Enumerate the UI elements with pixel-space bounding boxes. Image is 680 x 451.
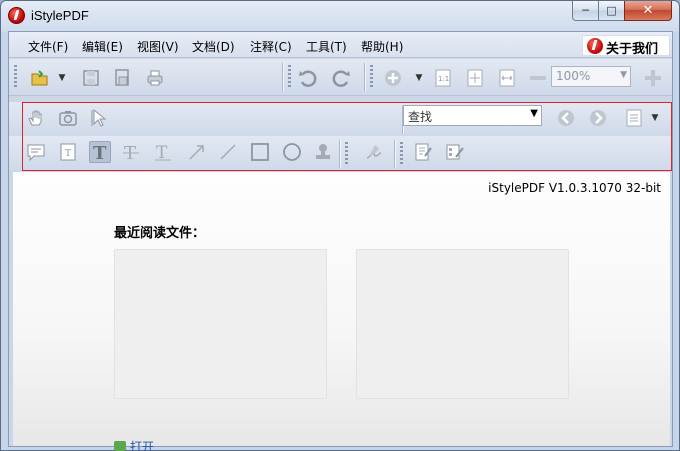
zoom-level-value: 100% (556, 69, 591, 83)
zoom-level-combo[interactable]: 100% ▼ (551, 66, 631, 87)
brand-logo-icon (587, 38, 603, 54)
close-button[interactable]: ✕ (624, 1, 672, 21)
menu-bar: 文件(F) 编辑(E) 视图(V) 文档(D) 注释(C) 工具(T) 帮助(H… (9, 32, 672, 58)
open-dropdown-icon[interactable]: ▼ (56, 67, 68, 89)
menu-help[interactable]: 帮助(H) (361, 38, 403, 55)
toolbar-grip[interactable] (370, 65, 373, 89)
open-folder-icon[interactable] (29, 67, 51, 89)
main-toolbar: ▼ ▼ 1:1 100% ▼ (9, 59, 672, 96)
print-icon[interactable] (144, 67, 166, 89)
menu-view[interactable]: 视图(V) (137, 38, 179, 55)
maximize-button[interactable]: □ (598, 1, 625, 21)
toolbar-grip[interactable] (14, 65, 17, 89)
recent-files-heading: 最近阅读文件： (114, 226, 206, 241)
version-label: iStylePDF V1.0.3.1070 32-bit (488, 181, 661, 195)
zoom-out-icon[interactable] (527, 67, 549, 89)
menu-edit[interactable]: 编辑(E) (82, 38, 123, 55)
app-window: iStylePDF ─ □ ✕ 文件(F) 编辑(E) 视图(V) 文档(D) … (0, 0, 680, 451)
recent-file-card[interactable] (114, 249, 327, 399)
add-icon[interactable] (382, 67, 404, 89)
toolbar-separator (364, 63, 366, 91)
menu-file[interactable]: 文件(F) (28, 38, 68, 55)
actual-size-icon[interactable]: 1:1 (432, 67, 454, 89)
redo-icon[interactable] (330, 67, 352, 89)
recent-file-card[interactable] (356, 249, 569, 399)
app-logo-icon (8, 7, 25, 24)
fit-page-icon[interactable] (464, 67, 486, 89)
add-dropdown-icon[interactable]: ▼ (413, 67, 425, 89)
toolbar-grip[interactable] (288, 65, 291, 89)
start-page: iStylePDF V1.0.3.1070 32-bit 最近阅读文件： 打开 (13, 172, 670, 451)
menu-tools[interactable]: 工具(T) (306, 38, 347, 55)
open-file-link[interactable]: 打开 (114, 438, 154, 451)
open-folder-icon (114, 441, 126, 451)
svg-text:1:1: 1:1 (438, 75, 449, 83)
minimize-button[interactable]: ─ (572, 1, 599, 21)
menu-document[interactable]: 文档(D) (192, 38, 235, 55)
title-bar[interactable]: iStylePDF ─ □ ✕ (1, 1, 679, 30)
menu-annotate[interactable]: 注释(C) (250, 38, 292, 55)
chevron-down-icon: ▼ (620, 70, 627, 80)
undo-icon[interactable] (297, 67, 319, 89)
fit-width-icon[interactable] (496, 67, 518, 89)
about-us-label: 关于我们 (606, 42, 659, 57)
main-frame: 文件(F) 编辑(E) 视图(V) 文档(D) 注释(C) 工具(T) 帮助(H… (8, 31, 673, 451)
save-as-icon[interactable] (111, 67, 133, 89)
window-title: iStylePDF (31, 8, 89, 23)
highlight-frame (22, 102, 672, 171)
zoom-in-icon[interactable] (642, 67, 664, 89)
save-icon[interactable] (80, 67, 102, 89)
open-file-label: 打开 (130, 440, 155, 451)
toolbar-separator (282, 63, 284, 91)
about-us-button[interactable]: 关于我们 (582, 35, 670, 57)
